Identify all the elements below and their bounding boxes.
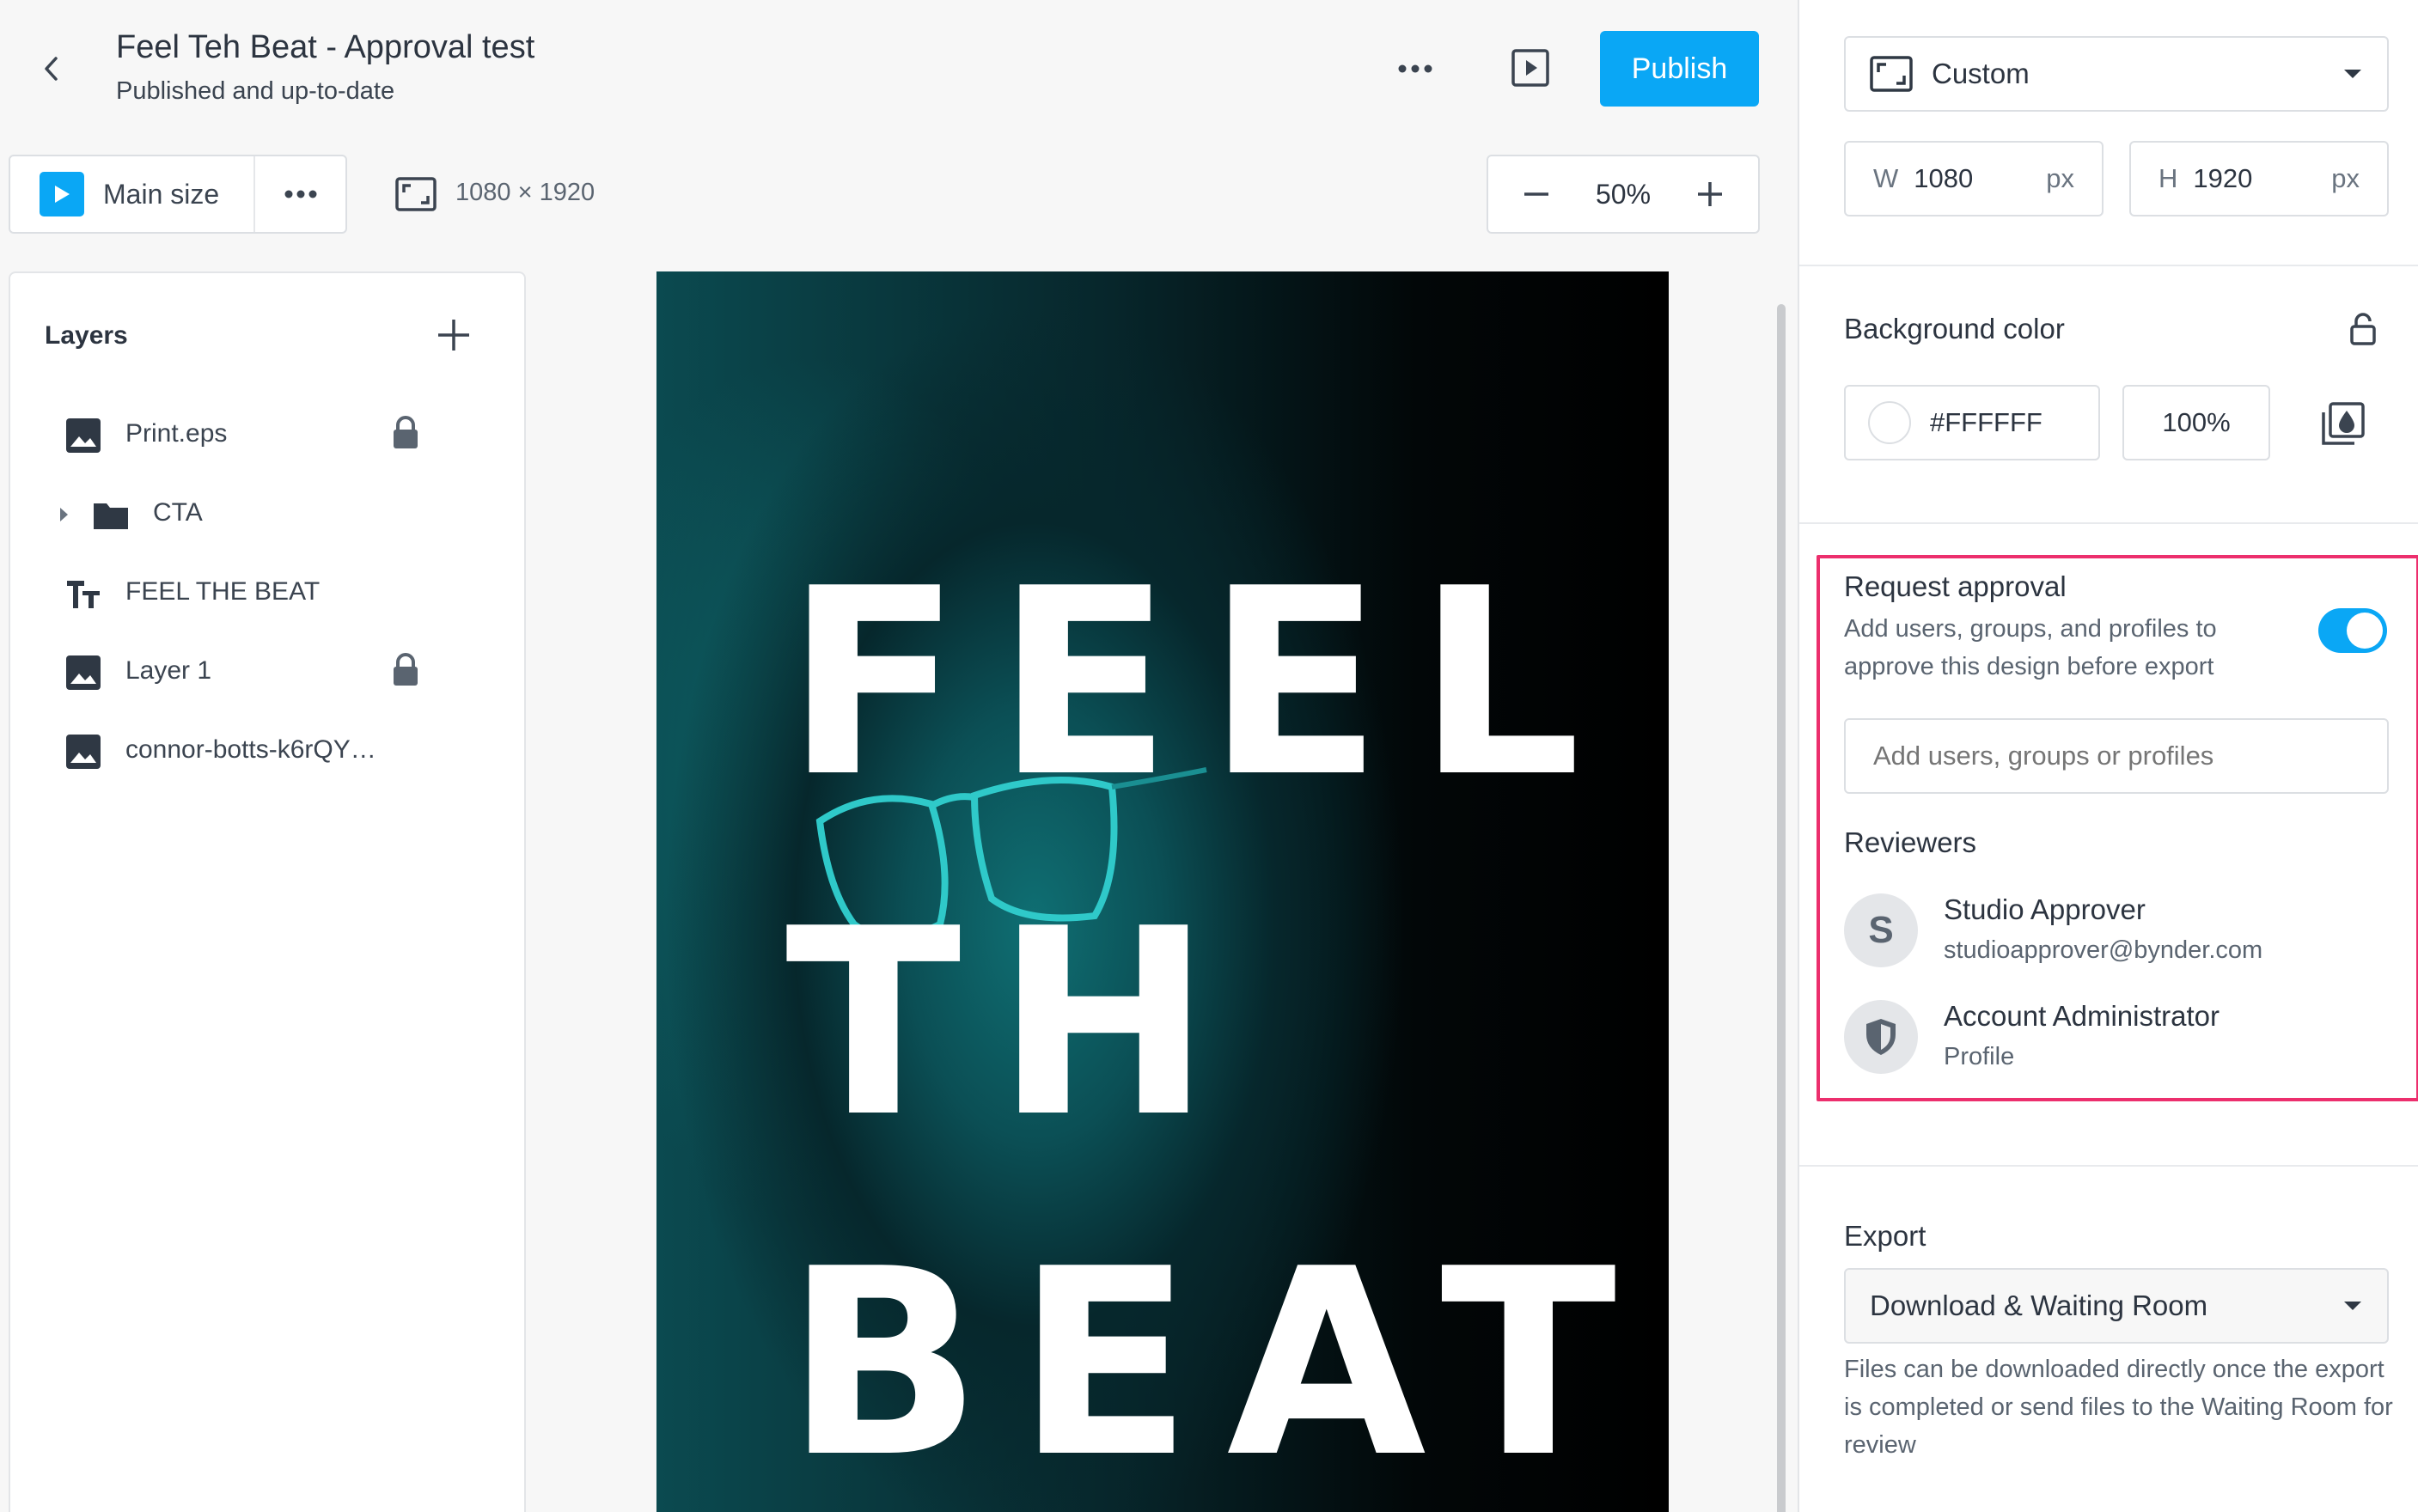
avatar: S [1844, 893, 1918, 967]
zoom-out-button[interactable] [1519, 177, 1554, 211]
layer-name: Layer 1 [125, 656, 212, 685]
headline-line-3: BEAT [785, 1214, 1652, 1512]
layer-item-print-eps[interactable]: Print.eps [10, 402, 524, 471]
unlock-icon[interactable] [2349, 313, 2377, 345]
layer-name: FEEL THE BEAT [125, 577, 321, 606]
color-swatch[interactable] [1868, 401, 1911, 444]
export-selected: Download & Waiting Room [1870, 1289, 2208, 1321]
image-icon [66, 735, 101, 769]
size-selector: Main size [9, 155, 347, 234]
request-approval-toggle[interactable] [2318, 608, 2387, 653]
height-prefix: H [2158, 163, 2178, 193]
resize-icon [395, 177, 437, 211]
properties-panel: Custom W 1080 px H 1920 px Background co… [1798, 0, 2418, 1512]
height-unit: px [2331, 163, 2360, 193]
toggle-knob [2347, 613, 2383, 649]
headline-line-1: FEEL [785, 533, 1615, 833]
width-input[interactable]: W 1080 px [1844, 141, 2104, 216]
play-preview-icon [1511, 49, 1549, 87]
background-hex: #FFFFFF [1930, 407, 2042, 437]
canvas-scrollbar[interactable] [1777, 304, 1786, 1512]
main-size-button[interactable]: Main size [10, 156, 255, 232]
text-icon [67, 581, 100, 608]
height-value: 1920 [2193, 163, 2253, 193]
size-preset-label: Custom [1932, 58, 2030, 89]
zoom-level: 50% [1595, 178, 1652, 210]
layers-title: Layers [45, 321, 128, 350]
layer-name: CTA [153, 498, 203, 527]
export-title: Export [1844, 1220, 1926, 1252]
add-layer-icon[interactable] [435, 316, 473, 354]
reviewer-detail: Profile [1944, 1043, 2015, 1070]
avatar [1844, 1000, 1918, 1074]
back-button[interactable] [34, 52, 69, 86]
folder-icon [94, 503, 128, 529]
background-opacity-input[interactable]: 100% [2122, 385, 2270, 460]
reviewer-email: studioapprover@bynder.com [1944, 936, 2263, 964]
more-horizontal-icon [1398, 64, 1432, 73]
shield-icon [1866, 1019, 1896, 1055]
export-description: Files can be downloaded directly once th… [1844, 1356, 2393, 1459]
layers-panel: Layers Print.eps CTA FEEL THE BEAT Layer… [9, 271, 526, 1512]
lock-icon[interactable] [390, 416, 421, 450]
layer-item-layer-1[interactable]: Layer 1 [10, 639, 524, 708]
background-opacity: 100% [2162, 407, 2231, 437]
zoom-in-button[interactable] [1693, 177, 1727, 211]
reviewer-name: Studio Approver [1944, 893, 2146, 925]
chevron-left-icon [45, 57, 58, 81]
resize-icon [1870, 56, 1913, 92]
background-color-title: Background color [1844, 313, 2065, 344]
layer-item-feel-the-beat[interactable]: FEEL THE BEAT [10, 560, 524, 629]
document-title[interactable]: Feel Teh Beat - Approval test [116, 29, 534, 66]
caret-down-icon [2344, 1302, 2361, 1310]
more-horizontal-icon [284, 190, 316, 198]
preview-button[interactable] [1511, 48, 1550, 88]
lock-icon[interactable] [390, 653, 421, 687]
request-approval-title: Request approval [1844, 570, 2067, 602]
width-prefix: W [1873, 163, 1899, 193]
headline-line-2: TH [785, 874, 1246, 1174]
width-unit: px [2046, 163, 2074, 193]
section-divider [1799, 522, 2418, 524]
image-icon [66, 418, 101, 453]
layer-name: Print.eps [125, 419, 228, 448]
publish-button[interactable]: Publish [1600, 31, 1759, 107]
add-reviewers-input[interactable] [1844, 718, 2389, 794]
layer-name: connor-botts-k6rQY… [125, 735, 376, 764]
width-value: 1080 [1914, 163, 1974, 193]
add-reviewers-field[interactable] [1873, 741, 2360, 771]
export-select[interactable]: Download & Waiting Room [1844, 1268, 2389, 1344]
avatar-initial: S [1868, 909, 1894, 951]
height-input[interactable]: H 1920 px [2129, 141, 2389, 216]
color-palette-icon[interactable] [2320, 402, 2365, 447]
request-approval-description: Add users, groups, and profiles to appro… [1844, 615, 2217, 680]
layer-item-connor-botts[interactable]: connor-botts-k6rQY… [10, 718, 524, 787]
plus-icon [1697, 182, 1722, 206]
reviewers-title: Reviewers [1844, 826, 1977, 858]
main-size-label: Main size [103, 178, 220, 210]
size-preset-select[interactable]: Custom [1844, 36, 2389, 112]
zoom-control: 50% [1487, 155, 1760, 234]
minus-icon [1524, 192, 1548, 196]
design-canvas[interactable]: FEEL TH BEAT [656, 271, 1669, 1512]
section-divider [1799, 1165, 2418, 1167]
reviewer-name: Account Administrator [1944, 1000, 2220, 1032]
caret-right-icon[interactable] [55, 503, 72, 526]
publish-status: Published and up-to-date [116, 77, 395, 105]
layer-item-cta[interactable]: CTA [10, 481, 524, 550]
section-divider [1799, 265, 2418, 266]
caret-down-icon [2344, 70, 2361, 78]
image-icon [66, 655, 101, 690]
background-color-input[interactable]: #FFFFFF [1844, 385, 2100, 460]
more-options-button[interactable] [1394, 52, 1437, 86]
size-more-button[interactable] [255, 156, 345, 232]
play-icon [40, 172, 84, 216]
canvas-dimensions: 1080 × 1920 [455, 179, 595, 206]
